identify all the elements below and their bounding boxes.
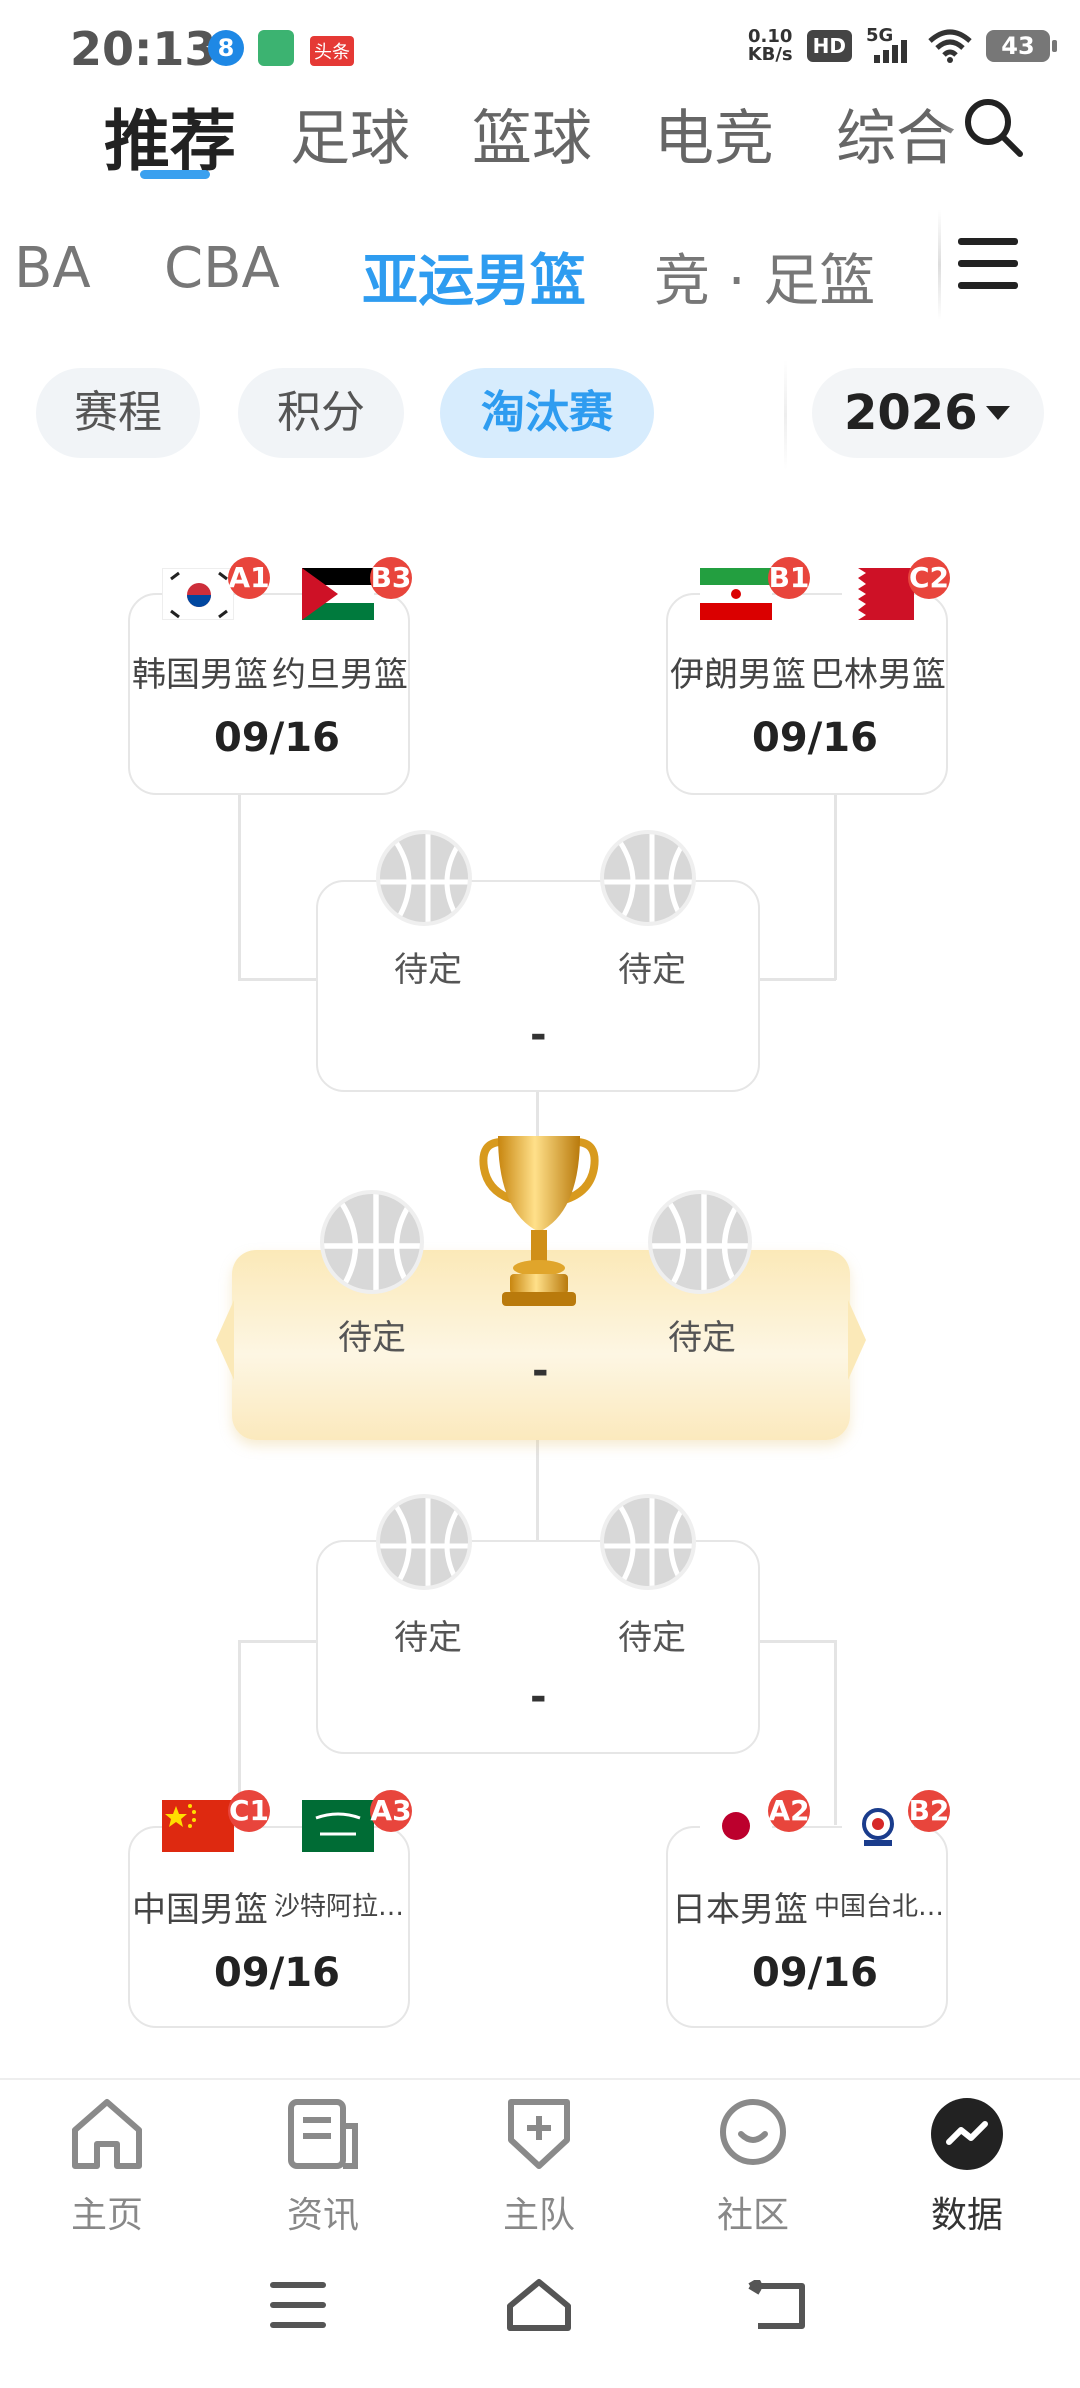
net-speed: 0.10 KB/s [747,26,793,65]
seed-badge: A3 [370,1790,412,1832]
year-selector[interactable]: 2026 [812,368,1044,458]
league-tab-lottery[interactable]: 竞 · 足篮 [654,236,875,317]
filter-standings[interactable]: 积分 [238,368,404,458]
hd-icon: HD [806,30,852,62]
filter-schedule[interactable]: 赛程 [36,368,200,458]
trophy-icon [479,1136,599,1306]
tab-home[interactable]: 主页 [47,2096,167,2238]
team-tbd: 待定 [618,1618,686,1658]
seed-badge: C2 [908,557,950,599]
menu-icon[interactable] [956,236,1020,292]
basketball-icon [648,1190,752,1294]
tab-news[interactable]: 资讯 [263,2096,383,2238]
tab-football[interactable]: 足球 [290,90,410,177]
chat-smile-icon [720,2099,786,2165]
tab-general[interactable]: 综合 [836,90,956,177]
seed-badge: B2 [908,1790,950,1832]
tab-esports[interactable]: 电竞 [654,90,774,177]
team-tbd: 待定 [394,950,462,990]
shield-plus-icon [508,2099,570,2169]
app-notification-icon: 8 [208,30,244,66]
match-card-bottom-right[interactable]: 日本男篮 中国台北… 09/16 [666,1826,948,2028]
chevron-down-icon [986,406,1010,420]
team-tbd: 待定 [338,1318,406,1358]
team-name: 巴林男篮 [810,655,946,695]
seed-badge: B1 [768,557,810,599]
back-icon[interactable] [744,2280,808,2332]
status-time: 20:13 [70,22,217,76]
basketball-icon [320,1190,424,1294]
data-trend-icon [931,2098,1003,2170]
match-score: - [530,1674,547,1720]
team-name: 伊朗男篮 [670,655,806,695]
seed-badge: C1 [228,1790,270,1832]
match-date: 09/16 [752,1950,878,1996]
league-tab-cba[interactable]: CBA [164,236,280,301]
basketball-icon [376,1494,472,1590]
league-tab-ba[interactable]: BA [14,236,91,301]
status-indicators: 0.10 KB/s HD 5G 43 [747,25,1057,65]
top-nav: 推荐 足球 篮球 电竞 综合 [0,90,1080,180]
toutiao-icon: 头条 [310,36,354,66]
jordan-flag-icon [302,568,374,620]
league-tab-asian-games[interactable]: 亚运男篮 [362,236,586,317]
chinese-taipei-flag-icon [842,1800,914,1852]
basketball-icon [600,830,696,926]
home-icon [72,2099,142,2169]
match-card-top-right[interactable]: 伊朗男篮 巴林男篮 09/16 [666,593,948,795]
match-card-top-left[interactable]: 韩国男篮 约旦男篮 09/16 [128,593,410,795]
final-edge-left [216,1300,234,1380]
tab-basketball[interactable]: 篮球 [472,90,592,177]
korea-flag-icon [162,568,234,620]
year-value: 2026 [844,385,978,441]
basketball-icon [376,830,472,926]
team-tbd: 待定 [618,950,686,990]
seed-badge: A1 [228,557,270,599]
search-icon[interactable] [960,94,1028,162]
tab-community[interactable]: 社区 [693,2096,813,2238]
team-name: 日本男篮 [672,1890,808,1930]
final-edge-right [848,1300,866,1380]
iran-flag-icon [700,568,772,620]
team-name: 约旦男篮 [272,655,408,695]
app-notification-icon [258,30,294,66]
team-name: 韩国男篮 [132,655,268,695]
tab-data[interactable]: 数据 [907,2096,1027,2238]
team-name: 中国男篮 [132,1890,268,1930]
team-name: 中国台北… [814,1892,945,1922]
basketball-icon [600,1494,696,1590]
filter-knockout[interactable]: 淘汰赛 [440,368,654,458]
active-tab-indicator [140,170,210,179]
seed-badge: A2 [768,1790,810,1832]
match-score: - [532,1348,549,1394]
news-icon [288,2099,358,2169]
match-date: 09/16 [214,1950,340,1996]
home-nav-icon[interactable] [504,2276,574,2332]
team-tbd: 待定 [668,1318,736,1358]
team-name: 沙特阿拉… [274,1892,405,1922]
battery-icon: 43 [986,30,1057,62]
signal-icon: 5G [866,25,914,63]
match-score: - [530,1012,547,1058]
match-date: 09/16 [752,715,878,761]
bahrain-flag-icon [842,568,914,620]
match-date: 09/16 [214,715,340,761]
team-tbd: 待定 [394,1618,462,1658]
match-card-semifinal-bottom[interactable]: 待定 待定 - [316,1540,760,1754]
match-card-bottom-left[interactable]: 中国男篮 沙特阿拉… 09/16 [128,1826,410,2028]
saudi-flag-icon [302,1800,374,1852]
wifi-icon [928,29,972,63]
china-flag-icon [162,1800,234,1852]
recents-icon[interactable] [270,2282,326,2328]
japan-flag-icon [700,1800,772,1852]
match-card-semifinal-top[interactable]: 待定 待定 - [316,880,760,1092]
tab-my-team[interactable]: 主队 [479,2096,599,2238]
seed-badge: B3 [370,557,412,599]
